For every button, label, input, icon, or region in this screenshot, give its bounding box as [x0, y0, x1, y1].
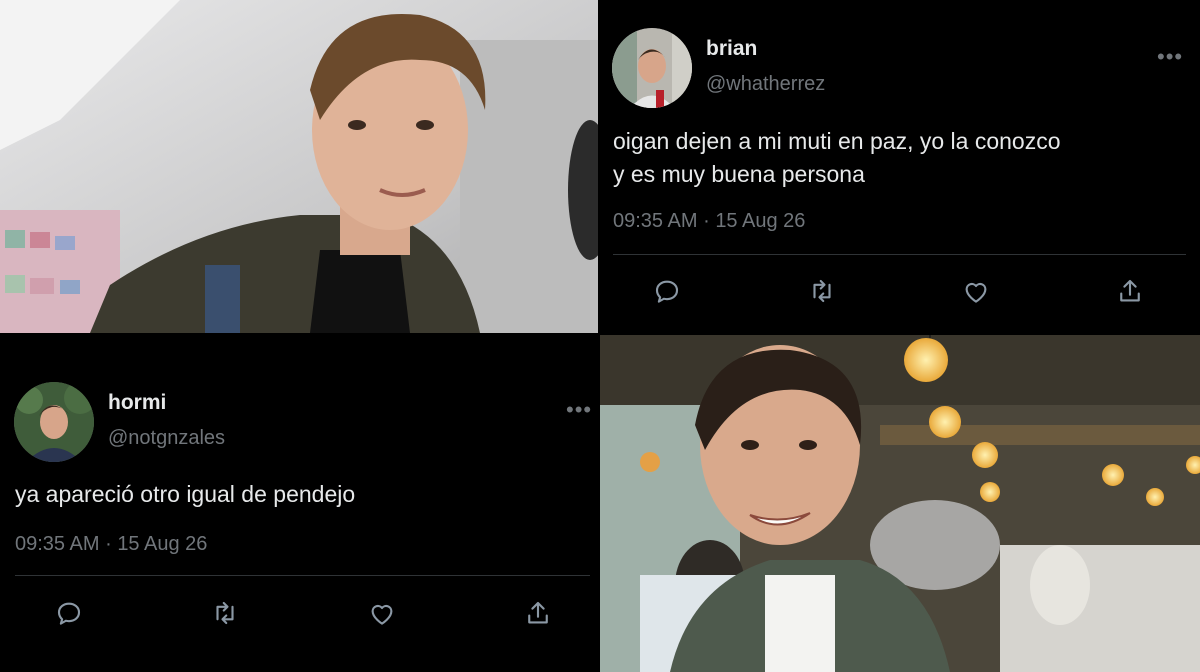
tweet-timestamp[interactable]: 09:35 AM · 15 Aug 26 [15, 533, 207, 556]
tweet-text: oigan dejen a mi muti en paz, yo la cono… [613, 125, 1193, 191]
display-name[interactable]: brian [706, 37, 757, 61]
divider [613, 254, 1186, 255]
tweet-text-line: oigan dejen a mi muti en paz, yo la cono… [613, 128, 1061, 154]
like-icon[interactable] [364, 595, 400, 631]
divider [15, 575, 590, 576]
tweet-actions [600, 273, 1200, 313]
avatar[interactable] [14, 382, 94, 462]
meta-separator: · [105, 533, 112, 555]
meta-separator: · [703, 210, 710, 232]
tweet-time: 09:35 AM [613, 210, 698, 232]
retweet-icon[interactable] [804, 273, 840, 309]
tweet-card-hormi: hormi @notgnzales ••• ya apareció otro i… [0, 335, 598, 672]
tweet-actions [0, 595, 598, 635]
tweet-time: 09:35 AM [15, 533, 100, 555]
more-options-icon[interactable]: ••• [566, 399, 592, 421]
photo-young-man-store [0, 0, 598, 333]
tweet-card-brian: brian @whatherrez ••• oigan dejen a mi m… [600, 0, 1200, 333]
tweet-text: ya apareció otro igual de pendejo [15, 478, 585, 511]
reply-icon[interactable] [649, 273, 685, 309]
user-handle[interactable]: @notgnzales [108, 427, 225, 450]
like-icon[interactable] [958, 273, 994, 309]
tweet-date: 15 Aug 26 [117, 533, 208, 555]
user-handle[interactable]: @whatherrez [706, 73, 825, 96]
tweet-text-line: y es muy buena persona [613, 161, 865, 187]
reply-icon[interactable] [51, 595, 87, 631]
tweet-date: 15 Aug 26 [715, 210, 806, 232]
share-icon[interactable] [1112, 273, 1148, 309]
tweet-text-line: ya apareció otro igual de pendejo [15, 481, 356, 507]
photo-young-man-restaurant-image [600, 335, 1200, 672]
photo-young-man-restaurant [600, 335, 1200, 672]
display-name[interactable]: hormi [108, 391, 166, 415]
avatar-image [612, 28, 692, 108]
photo-young-man-store-image [0, 0, 598, 333]
retweet-icon[interactable] [207, 595, 243, 631]
avatar[interactable] [612, 28, 692, 108]
avatar-image [14, 382, 94, 462]
more-options-icon[interactable]: ••• [1157, 46, 1183, 68]
tweet-timestamp[interactable]: 09:35 AM · 15 Aug 26 [613, 210, 805, 233]
share-icon[interactable] [520, 595, 556, 631]
